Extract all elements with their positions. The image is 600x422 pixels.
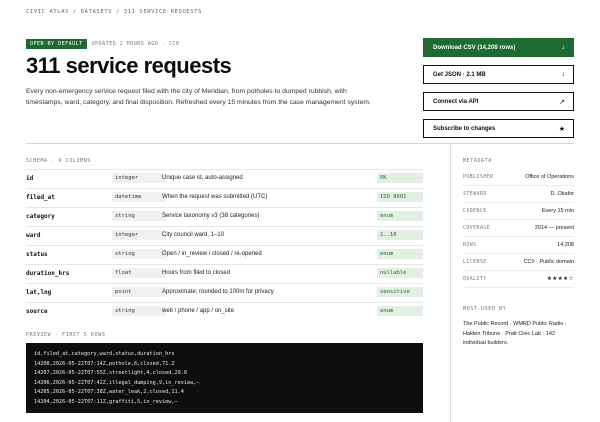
column-name: status: [26, 251, 48, 258]
quality-stars: ★★★★☆: [546, 276, 574, 282]
page-title: 311 service requests: [26, 53, 232, 78]
column-type: string: [112, 249, 166, 259]
column-description: Open / in_review / closed / re-opened: [162, 251, 262, 257]
star-icon: ★: [558, 125, 565, 133]
metadata-value: 14,208: [557, 242, 574, 248]
column-tag: ISO 8601: [377, 192, 423, 202]
csv-preview: id,filed_at,category,ward,status,duratio…: [26, 343, 423, 413]
table-row: lat,lng point Approximate; rounded to 10…: [26, 283, 423, 302]
preview-label: PREVIEW · FIRST 5 ROWS: [26, 332, 106, 338]
external-link-icon: ↗: [559, 98, 565, 106]
table-row: ward integer City council ward, 1–10 1..…: [26, 226, 423, 245]
get-json-label: Get JSON · 2.1 MB: [433, 71, 486, 78]
download-csv-label: Download CSV (14,208 rows): [433, 44, 516, 51]
connect-api-button[interactable]: Connect via API ↗: [423, 92, 574, 111]
metadata-row: STEWARD D. Okafor: [463, 186, 574, 203]
column-tag: sensitive: [377, 287, 423, 297]
schema-table: id integer Unique case id, auto-assigned…: [26, 169, 423, 321]
download-icon: ↓: [561, 71, 566, 78]
column-type: datetime: [112, 192, 166, 202]
column-type: string: [112, 211, 166, 221]
column-type: point: [112, 287, 166, 297]
metadata-sidebar: METADATA PUBLISHER Office of Operations …: [450, 143, 574, 422]
table-row: filed_at datetime When the request was s…: [26, 188, 423, 207]
metadata-key: STEWARD: [463, 191, 487, 197]
table-row: status string Open / in_review / closed …: [26, 245, 423, 264]
metadata-row: PUBLISHER Office of Operations: [463, 169, 574, 186]
metadata-row: LICENSE CC0 · Public domain: [463, 254, 574, 271]
column-tag: enum: [377, 211, 423, 221]
metadata-key: QUALITY: [463, 276, 487, 282]
column-tag: enum: [377, 306, 423, 316]
dataset-status: OPEN BY DEFAULT UPDATED 2 HOURS AGO · CC…: [26, 39, 179, 49]
column-tag: 1..10: [377, 230, 423, 240]
subscribe-button[interactable]: Subscribe to changes ★: [423, 119, 574, 138]
subscribe-label: Subscribe to changes: [433, 125, 496, 132]
metadata-value: D. Okafor: [550, 191, 574, 197]
metadata-row: CADENCE Every 15 min: [463, 203, 574, 220]
metadata-key: PUBLISHER: [463, 174, 494, 180]
column-name: lat,lng: [26, 289, 52, 296]
column-type: float: [112, 268, 166, 278]
column-type: integer: [112, 230, 166, 240]
most-used-label: MOST-USED BY: [463, 306, 507, 312]
metadata-value: Office of Operations: [525, 174, 574, 180]
connect-api-label: Connect via API: [433, 98, 479, 105]
metadata-value: CC0 · Public domain: [523, 259, 574, 265]
metadata-key: COVERAGE: [463, 225, 491, 231]
get-json-button[interactable]: Get JSON · 2.1 MB ↓: [423, 65, 574, 84]
table-row: duration_hrs float Hours from filed to c…: [26, 264, 423, 283]
column-tag: PK: [377, 173, 423, 183]
column-name: id: [26, 175, 34, 182]
metadata-key: ROWS: [463, 242, 477, 248]
metadata-row: ROWS 14,208: [463, 237, 574, 254]
schema-label: SCHEMA · 9 COLUMNS: [26, 158, 91, 164]
column-name: ward: [26, 232, 41, 239]
metadata-label: METADATA: [463, 158, 492, 164]
column-tag: enum: [377, 249, 423, 259]
column-name: duration_hrs: [26, 270, 70, 277]
updated-text: UPDATED 2 HOURS AGO · CC0: [91, 41, 180, 47]
metadata-key: LICENSE: [463, 259, 487, 265]
column-description: When the request was submitted (UTC): [162, 194, 268, 200]
column-description: Unique case id, auto-assigned: [162, 175, 243, 181]
table-row: category string Service taxonomy v3 (38 …: [26, 207, 423, 226]
metadata-value: 2014 — present: [534, 225, 574, 231]
column-name: filed_at: [26, 194, 55, 201]
dataset-description: Every non-emergency service request file…: [26, 88, 371, 106]
metadata-row: COVERAGE 2014 — present: [463, 220, 574, 237]
table-row: source string web / phone / app / on_sit…: [26, 302, 423, 321]
column-description: Approximate; rounded to 100m for privacy: [162, 289, 274, 295]
column-description: City council ward, 1–10: [162, 232, 225, 238]
most-used-text: The Public Record · WMRD Public Radio · …: [463, 321, 567, 346]
action-panel: Download CSV (14,208 rows) ↓ Get JSON · …: [423, 38, 574, 146]
metadata-value: Every 15 min: [541, 208, 574, 214]
column-description: Service taxonomy v3 (38 categories): [162, 213, 260, 219]
column-type: string: [112, 306, 166, 316]
open-badge: OPEN BY DEFAULT: [26, 39, 87, 49]
column-description: Hours from filed to closed: [162, 270, 231, 276]
column-tag: nullable: [377, 268, 423, 278]
column-type: integer: [112, 173, 166, 183]
column-name: source: [26, 308, 48, 315]
column-description: web / phone / app / on_site: [162, 308, 235, 314]
column-name: category: [26, 213, 55, 220]
breadcrumb[interactable]: CIVIC ATLAS / DATASETS / 311 SERVICE REQ…: [26, 9, 202, 15]
table-row: id integer Unique case id, auto-assigned…: [26, 169, 423, 188]
metadata-key: CADENCE: [463, 208, 487, 214]
download-csv-button[interactable]: Download CSV (14,208 rows) ↓: [423, 38, 574, 57]
download-icon: ↓: [561, 44, 566, 51]
metadata-row: QUALITY ★★★★☆: [463, 271, 574, 288]
